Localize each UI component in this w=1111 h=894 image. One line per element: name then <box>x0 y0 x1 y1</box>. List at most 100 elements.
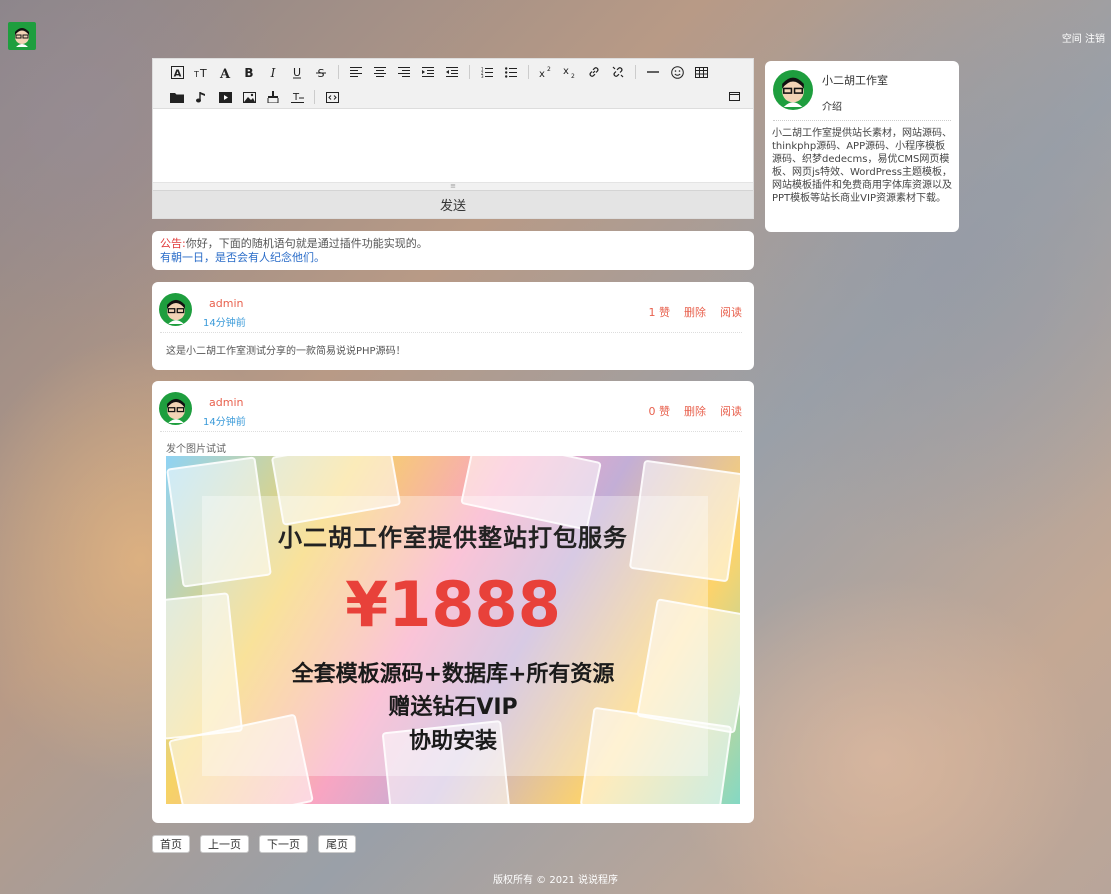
delete-button[interactable]: 删除 <box>684 304 706 320</box>
superscript-icon[interactable]: x2 <box>534 61 558 83</box>
table-icon[interactable] <box>689 61 713 83</box>
post-time: 14分钟前 <box>203 417 246 428</box>
post-content: 这是小二胡工作室测试分享的一款简易说说PHP源码！ <box>166 346 406 357</box>
svg-text:B: B <box>244 66 253 78</box>
post-actions: 0 赞 删除 阅读 <box>649 403 743 419</box>
toolbar-separator <box>314 90 315 104</box>
toolbar-row-1: A TT A B I U S 123 x2 x2 <box>165 60 713 84</box>
post-time: 14分钟前 <box>203 318 246 329</box>
logout-link[interactable]: 注销 <box>1085 34 1105 45</box>
outdent-icon[interactable] <box>440 61 464 83</box>
notice-label: 公告: <box>160 237 186 250</box>
video-icon[interactable] <box>213 86 237 108</box>
toolbar-row-2: T <box>165 85 344 109</box>
avatar-icon <box>166 299 185 324</box>
post-editor: A TT A B I U S 123 x2 x2 <box>152 58 754 219</box>
avatar[interactable] <box>159 392 192 425</box>
svg-text:T: T <box>194 70 199 78</box>
italic-icon[interactable]: I <box>261 61 285 83</box>
indent-icon[interactable] <box>416 61 440 83</box>
ordered-list-icon[interactable]: 123 <box>475 61 499 83</box>
image-icon[interactable] <box>237 86 261 108</box>
toolbar-separator <box>635 65 636 79</box>
post-card: admin 14分钟前 0 赞 删除 阅读 发个图片试试 小二胡工作室提供整站打… <box>152 381 754 823</box>
banner-price: ¥1888 <box>345 568 561 641</box>
editor-textarea[interactable] <box>153 109 753 182</box>
site-logo[interactable] <box>8 22 36 50</box>
avatar-icon <box>15 28 29 47</box>
like-button[interactable]: 1 赞 <box>649 304 671 320</box>
folder-icon[interactable] <box>165 86 189 108</box>
space-link[interactable]: 空间 <box>1062 34 1082 45</box>
last-page-button[interactable]: 尾页 <box>318 835 356 853</box>
first-page-button[interactable]: 首页 <box>152 835 190 853</box>
underline-icon[interactable]: U <box>285 61 309 83</box>
svg-text:A: A <box>219 67 231 79</box>
post-image[interactable]: 小二胡工作室提供整站打包服务 ¥1888 全套模板源码+数据库+所有资源 赠送钻… <box>166 456 740 804</box>
horizontal-rule-icon[interactable] <box>641 61 665 83</box>
send-button[interactable]: 发送 <box>153 190 753 218</box>
subscript-icon[interactable]: x2 <box>558 61 582 83</box>
avatar[interactable] <box>159 293 192 326</box>
unordered-list-icon[interactable] <box>499 61 523 83</box>
svg-text:2: 2 <box>571 73 575 78</box>
source-code-icon[interactable] <box>320 86 344 108</box>
post-author[interactable]: admin <box>209 396 243 409</box>
svg-text:U: U <box>293 66 301 79</box>
profile-card: 小二胡工作室 介绍 小二胡工作室提供站长素材，网站源码、thinkphp源码、A… <box>765 61 959 232</box>
delete-button[interactable]: 删除 <box>684 403 706 419</box>
read-button[interactable]: 阅读 <box>720 304 742 320</box>
emoji-icon[interactable] <box>665 61 689 83</box>
font-family-icon[interactable]: A <box>165 61 189 83</box>
link-icon[interactable] <box>582 61 606 83</box>
top-links: 空间 注销 <box>1062 30 1105 45</box>
font-size-icon[interactable]: TT <box>189 61 213 83</box>
footer-copyright: 版权所有 © 2021 说说程序 <box>493 875 618 886</box>
avatar-icon <box>782 77 804 107</box>
notice-card: 公告:你好，下面的随机语句就是通过插件功能实现的。 有朝一日，是否会有人纪念他们… <box>152 231 754 270</box>
next-page-button[interactable]: 下一页 <box>259 835 308 853</box>
editor-resize-handle[interactable]: ≡ <box>153 182 753 190</box>
banner-line: 赠送钻石VIP <box>388 695 518 720</box>
svg-text:x: x <box>563 66 569 77</box>
prev-page-button[interactable]: 上一页 <box>200 835 249 853</box>
svg-text:2: 2 <box>547 66 551 73</box>
fullscreen-icon[interactable] <box>725 87 743 105</box>
bold-icon[interactable]: B <box>237 61 261 83</box>
avatar[interactable] <box>773 70 813 110</box>
svg-text:I: I <box>270 66 276 78</box>
svg-text:T: T <box>199 67 207 78</box>
post-divider <box>160 332 742 333</box>
toolbar-separator <box>469 65 470 79</box>
post-content: 发个图片试试 <box>166 444 226 455</box>
font-color-icon[interactable]: A <box>213 61 237 83</box>
paint-icon[interactable] <box>261 86 285 108</box>
unlink-icon[interactable] <box>606 61 630 83</box>
profile-intro-label: 介绍 <box>822 102 842 113</box>
banner-title: 小二胡工作室提供整站打包服务 <box>278 523 628 552</box>
editor-toolbar: A TT A B I U S 123 x2 x2 <box>153 59 753 109</box>
like-button[interactable]: 0 赞 <box>649 403 671 419</box>
notice-quote: 有朝一日，是否会有人纪念他们。 <box>160 251 325 264</box>
toolbar-separator <box>528 65 529 79</box>
align-left-icon[interactable] <box>344 61 368 83</box>
profile-name: 小二胡工作室 <box>822 74 888 87</box>
profile-description: 小二胡工作室提供站长素材，网站源码、thinkphp源码、APP源码、小程序模板… <box>772 128 953 204</box>
read-button[interactable]: 阅读 <box>720 403 742 419</box>
pagination: 首页 上一页 下一页 尾页 <box>152 835 356 853</box>
notice-text: 你好，下面的随机语句就是通过插件功能实现的。 <box>185 237 428 250</box>
music-icon[interactable] <box>189 86 213 108</box>
banner-line: 全套模板源码+数据库+所有资源 <box>291 662 615 687</box>
align-right-icon[interactable] <box>392 61 416 83</box>
profile-divider <box>773 120 951 121</box>
post-author[interactable]: admin <box>209 297 243 310</box>
toolbar-separator <box>338 65 339 79</box>
clear-format-icon[interactable]: T <box>285 86 309 108</box>
svg-text:A: A <box>173 68 181 79</box>
svg-text:x: x <box>539 69 545 78</box>
post-actions: 1 赞 删除 阅读 <box>649 304 743 320</box>
strikethrough-icon[interactable]: S <box>309 61 333 83</box>
align-center-icon[interactable] <box>368 61 392 83</box>
avatar-icon <box>166 398 185 423</box>
post-divider <box>160 431 742 432</box>
